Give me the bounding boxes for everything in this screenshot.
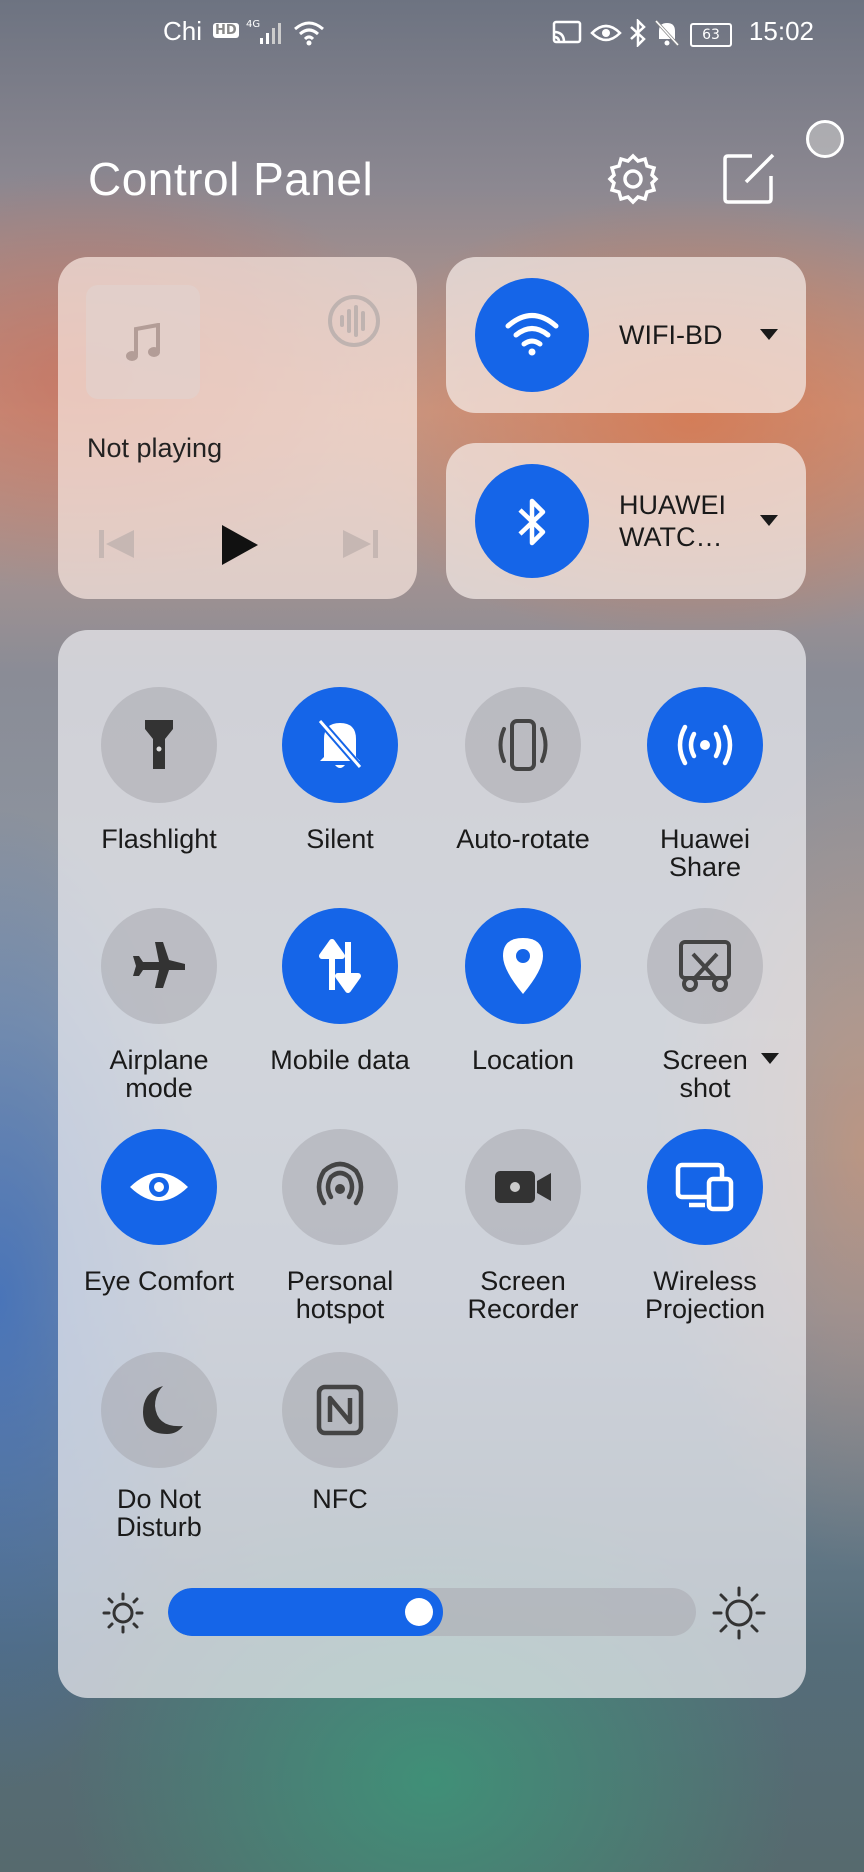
hotspot-icon: [316, 1161, 364, 1206]
previous-track-icon[interactable]: [96, 527, 138, 561]
screenshot-label-line2: shot: [679, 1073, 731, 1103]
media-status: Not playing: [87, 433, 223, 463]
bluetooth-card[interactable]: HUAWEI WATC…: [446, 443, 806, 599]
flashlight-toggle[interactable]: [101, 687, 217, 803]
wifi-toggle[interactable]: [475, 278, 589, 392]
auto-rotate-icon: [498, 719, 548, 771]
battery-indicator: 63: [690, 23, 732, 47]
floating-dot-button[interactable]: [806, 120, 844, 158]
huawei-share-icon: [677, 724, 733, 766]
bluetooth-device-line2: WATC…: [619, 522, 723, 552]
airplane-mode-label: Airplane mode: [69, 1046, 249, 1102]
do-not-disturb-toggle[interactable]: [101, 1352, 217, 1468]
cast-icon: [552, 20, 582, 44]
airplane-mode-toggle[interactable]: [101, 908, 217, 1024]
wifi-expand-icon[interactable]: [760, 329, 778, 340]
nfc-toggle[interactable]: [282, 1352, 398, 1468]
personal-hotspot-toggle[interactable]: [282, 1129, 398, 1245]
signal-icon: 4G: [246, 19, 281, 44]
page-title: Control Panel: [88, 153, 374, 205]
wireless-projection-label-line2: Projection: [644, 1294, 766, 1324]
location-toggle[interactable]: [465, 908, 581, 1024]
screen-recorder-label: Screen Recorder: [433, 1267, 613, 1323]
play-icon[interactable]: [218, 522, 262, 568]
personal-hotspot-label-line1: Personal: [286, 1266, 394, 1296]
bluetooth-icon: [518, 498, 546, 546]
svg-text:4G: 4G: [246, 19, 260, 30]
huawei-share-label: Huawei Share: [615, 825, 795, 881]
auto-rotate-toggle[interactable]: [465, 687, 581, 803]
huawei-share-toggle[interactable]: [647, 687, 763, 803]
media-card[interactable]: Not playing: [58, 257, 417, 599]
do-not-disturb-label: Do Not Disturb: [69, 1485, 249, 1541]
music-note-icon: [126, 323, 160, 361]
screen-recorder-label-line2: Recorder: [467, 1294, 579, 1324]
hd-badge: HD: [213, 23, 239, 38]
bluetooth-toggle[interactable]: [475, 464, 589, 578]
silent-toggle[interactable]: [282, 687, 398, 803]
eye-comfort-toggle[interactable]: [101, 1129, 217, 1245]
flashlight-label: Flashlight: [101, 824, 217, 854]
status-time: 15:02: [748, 16, 814, 46]
wireless-projection-label: Wireless Projection: [615, 1267, 795, 1323]
wireless-projection-toggle[interactable]: [647, 1129, 763, 1245]
brightness-high-icon: [712, 1586, 766, 1640]
nfc-label: NFC: [312, 1484, 368, 1514]
audio-output-icon[interactable]: [326, 293, 382, 349]
do-not-disturb-label-line1: Do Not: [116, 1484, 202, 1514]
bluetooth-expand-icon[interactable]: [760, 515, 778, 526]
screenshot-expand-icon[interactable]: [761, 1053, 779, 1064]
location-icon: [503, 938, 543, 994]
settings-gear-icon[interactable]: [606, 152, 660, 206]
brightness-low-icon: [102, 1592, 144, 1634]
eye-icon: [130, 1173, 188, 1201]
carrier-name: Chi: [163, 16, 203, 46]
next-track-icon[interactable]: [339, 527, 381, 561]
airplane-icon: [133, 942, 185, 988]
screenshot-toggle[interactable]: [647, 908, 763, 1024]
edit-icon[interactable]: [722, 152, 778, 206]
eye-status-icon: [590, 24, 622, 42]
airplane-mode-label-line1: Airplane: [109, 1045, 209, 1075]
mobile-data-toggle[interactable]: [282, 908, 398, 1024]
wireless-projection-label-line1: Wireless: [653, 1266, 757, 1296]
silent-bell-icon: [317, 718, 363, 770]
screen-recorder-label-line1: Screen: [480, 1266, 566, 1296]
airplane-mode-label-line2: mode: [125, 1073, 193, 1103]
huawei-share-label-line2: Share: [668, 852, 742, 882]
wifi-card[interactable]: WIFI-BD: [446, 257, 806, 413]
video-icon: [495, 1171, 551, 1203]
auto-rotate-label: Auto-rotate: [456, 824, 590, 854]
wifi-network-name: WIFI-BD: [619, 320, 723, 350]
wifi-status-icon: [294, 21, 324, 46]
projection-icon: [675, 1162, 734, 1212]
bluetooth-device-name: HUAWEI WATC…: [619, 489, 726, 553]
album-art: [86, 285, 200, 399]
moon-icon: [143, 1386, 183, 1434]
mobile-data-icon: [319, 939, 361, 993]
wifi-icon: [505, 313, 559, 356]
brightness-handle[interactable]: [405, 1598, 433, 1626]
screen-recorder-toggle[interactable]: [465, 1129, 581, 1245]
location-label: Location: [471, 1045, 575, 1075]
mobile-data-label: Mobile data: [270, 1045, 410, 1075]
personal-hotspot-label: Personal hotspot: [250, 1267, 430, 1323]
flashlight-icon: [145, 720, 173, 769]
brightness-fill: [168, 1588, 443, 1636]
silent-label: Silent: [306, 824, 374, 854]
personal-hotspot-label-line2: hotspot: [295, 1294, 385, 1324]
eye-comfort-label: Eye Comfort: [83, 1266, 235, 1296]
huawei-share-label-line1: Huawei: [659, 824, 751, 854]
nfc-icon: [316, 1384, 364, 1436]
do-not-disturb-label-line2: Disturb: [116, 1512, 202, 1542]
screenshot-icon: [679, 940, 731, 992]
status-bar: Chi HD 4G 63 15:02: [0, 14, 864, 54]
bluetooth-device-line1: HUAWEI: [619, 490, 726, 520]
mute-status-icon: [654, 19, 680, 47]
bluetooth-status-icon: [630, 19, 646, 47]
